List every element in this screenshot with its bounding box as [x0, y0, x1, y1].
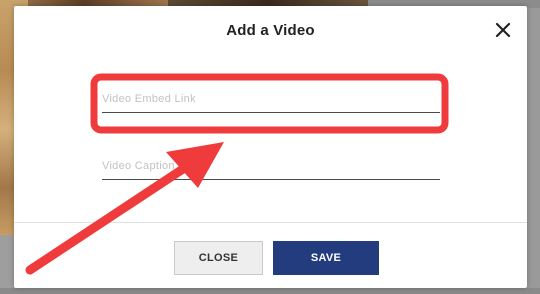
background-strip	[0, 288, 540, 294]
background-strip	[527, 8, 540, 294]
footer-divider	[14, 222, 527, 223]
video-embed-link-input[interactable]	[102, 86, 440, 113]
close-button[interactable]: CLOSE	[174, 241, 263, 275]
close-icon[interactable]	[493, 20, 513, 40]
modal-title: Add a Video	[226, 22, 315, 39]
add-video-modal: Add a Video CLOSE SAVE	[14, 6, 527, 288]
video-caption-input[interactable]	[102, 153, 440, 180]
save-button[interactable]: SAVE	[273, 241, 379, 275]
